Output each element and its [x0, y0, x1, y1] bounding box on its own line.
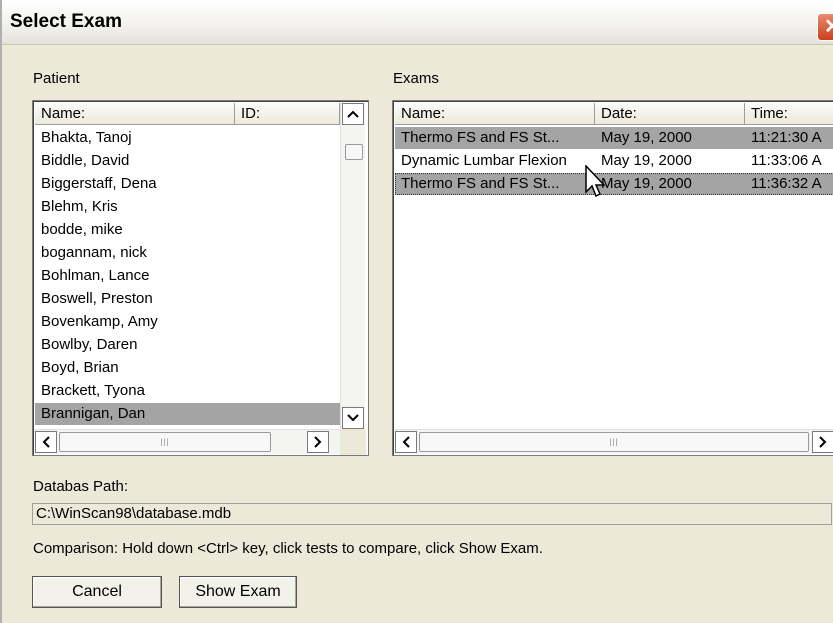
exam-name: Thermo FS and FS St... [401, 175, 560, 192]
database-path-field[interactable]: C:\WinScan98\database.mdb [32, 503, 832, 525]
show-exam-button[interactable]: Show Exam [179, 576, 297, 608]
exam-date: May 19, 2000 [601, 129, 692, 146]
arrow-left-icon[interactable] [35, 431, 57, 453]
arrow-up-icon[interactable] [342, 103, 364, 125]
column-header-name[interactable]: Name: [395, 103, 595, 124]
patient-name: Biddle, David [41, 152, 130, 169]
exam-time: 11:21:30 A [751, 129, 822, 146]
patient-list-header: Name: ID: [35, 103, 340, 125]
list-item[interactable]: Bowlby, Daren [35, 334, 340, 356]
list-item[interactable]: Brannigan, Dan [35, 403, 340, 425]
patient-name: Bhakta, Tanoj [41, 129, 132, 146]
list-item[interactable]: bodde, mike [35, 219, 340, 241]
patient-horizontal-scrollbar[interactable]: ||| [35, 429, 340, 454]
close-icon[interactable]: ✕ [817, 13, 833, 41]
list-item[interactable]: bogannam, nick [35, 242, 340, 264]
list-item[interactable]: Bhakta, Tanoj [35, 127, 340, 149]
exams-list[interactable]: Name: Date: Time: Thermo FS and FS St...… [392, 100, 833, 456]
exam-date: May 19, 2000 [601, 175, 692, 192]
patient-list[interactable]: Name: ID: Bhakta, Tanoj Biddle, David Bigg… [32, 100, 369, 456]
column-header-time[interactable]: Time: [745, 103, 833, 124]
patient-name: Boyd, Brian [41, 359, 119, 376]
mouse-pointer-icon [585, 165, 605, 198]
exams-group-label: Exams [393, 70, 439, 87]
patient-name: Bohlman, Lance [41, 267, 150, 284]
list-item[interactable]: Boyd, Brian [35, 357, 340, 379]
patient-name: Boswell, Preston [41, 290, 153, 307]
column-header-id[interactable]: ID: [235, 103, 340, 124]
select-exam-dialog: Select Exam ✕ Patient Name: ID: Bhakta, … [0, 0, 833, 623]
database-path-label: Databas Path: [33, 478, 129, 495]
patient-name: Bovenkamp, Amy [41, 313, 158, 330]
list-item[interactable]: Biddle, David [35, 150, 340, 172]
column-header-name[interactable]: Name: [35, 103, 235, 124]
scrollbar-corner [340, 429, 366, 455]
scroll-thumb[interactable] [345, 144, 363, 160]
scroll-thumb[interactable]: ||| [59, 432, 271, 452]
list-item[interactable]: Blehm, Kris [35, 196, 340, 218]
list-item[interactable]: Bovenkamp, Amy [35, 311, 340, 333]
title-bar[interactable]: Select Exam ✕ [2, 0, 833, 45]
arrow-right-icon[interactable] [812, 431, 833, 453]
column-header-date[interactable]: Date: [595, 103, 745, 124]
patient-group-label: Patient [33, 70, 80, 87]
comparison-hint: Comparison: Hold down <Ctrl> key, click … [33, 540, 543, 557]
cancel-button[interactable]: Cancel [32, 576, 162, 608]
patient-name: Brackett, Tyona [41, 382, 145, 399]
table-row[interactable]: Thermo FS and FS St... May 19, 2000 11:21:… [395, 127, 833, 149]
arrow-down-icon[interactable] [342, 407, 364, 429]
list-item[interactable]: Brackett, Tyona [35, 380, 340, 402]
exam-time: 11:33:06 A [751, 152, 822, 169]
exam-time: 11:36:32 A [751, 175, 822, 192]
table-row[interactable]: Dynamic Lumbar Flexion May 19, 2000 11:33:… [395, 150, 833, 172]
exams-list-header: Name: Date: Time: [395, 103, 833, 125]
patient-name: bogannam, nick [41, 244, 147, 261]
window-title: Select Exam [10, 11, 122, 32]
patient-name: Bowlby, Daren [41, 336, 138, 353]
patient-name: Brannigan, Dan [41, 405, 146, 422]
table-row[interactable]: Thermo FS and FS St... May 19, 2000 11:36:… [395, 173, 833, 195]
exam-name: Dynamic Lumbar Flexion [401, 152, 567, 169]
list-item[interactable]: Boswell, Preston [35, 288, 340, 310]
exam-date: May 19, 2000 [601, 152, 692, 169]
patient-vertical-scrollbar[interactable] [340, 103, 365, 429]
exams-horizontal-scrollbar[interactable]: ||| [395, 429, 833, 454]
patient-name: Blehm, Kris [41, 198, 118, 215]
exam-name: Thermo FS and FS St... [401, 129, 560, 146]
scroll-thumb[interactable]: ||| [419, 432, 809, 452]
arrow-right-icon[interactable] [307, 431, 329, 453]
patient-name: Biggerstaff, Dena [41, 175, 157, 192]
arrow-left-icon[interactable] [395, 431, 417, 453]
list-item[interactable]: Biggerstaff, Dena [35, 173, 340, 195]
patient-name: bodde, mike [41, 221, 123, 238]
list-item[interactable]: Bohlman, Lance [35, 265, 340, 287]
